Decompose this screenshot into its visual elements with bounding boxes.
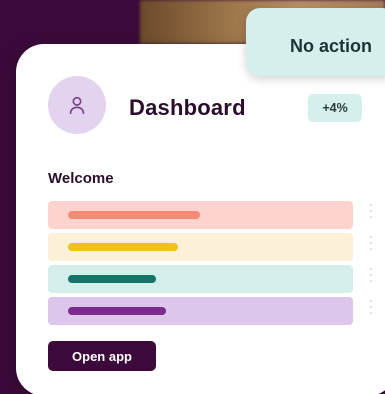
change-badge: +4% [308,94,362,122]
dashboard-card: Dashboard +4% Welcome Open app [16,44,385,394]
drag-handle-icon[interactable] [370,236,374,254]
list-item[interactable] [48,265,353,293]
section-heading: Welcome [48,170,114,187]
drag-handle-icon[interactable] [370,204,374,222]
user-icon [69,96,85,115]
list-item[interactable] [48,201,353,229]
app-stage: Dashboard +4% Welcome Open app No action [0,0,385,394]
placeholder-bar [68,211,200,219]
placeholder-bar [68,243,178,251]
placeholder-bar [68,275,156,283]
list-item[interactable] [48,297,353,325]
status-toast[interactable]: No action [246,8,385,76]
toast-label: No action [290,36,373,56]
list-item[interactable] [48,233,353,261]
page-title: Dashboard [129,95,246,120]
open-app-button[interactable]: Open app [48,341,156,371]
avatar[interactable] [48,76,106,134]
drag-handle-icon[interactable] [370,300,374,318]
drag-handle-icon[interactable] [370,268,374,286]
placeholder-bar [68,307,166,315]
